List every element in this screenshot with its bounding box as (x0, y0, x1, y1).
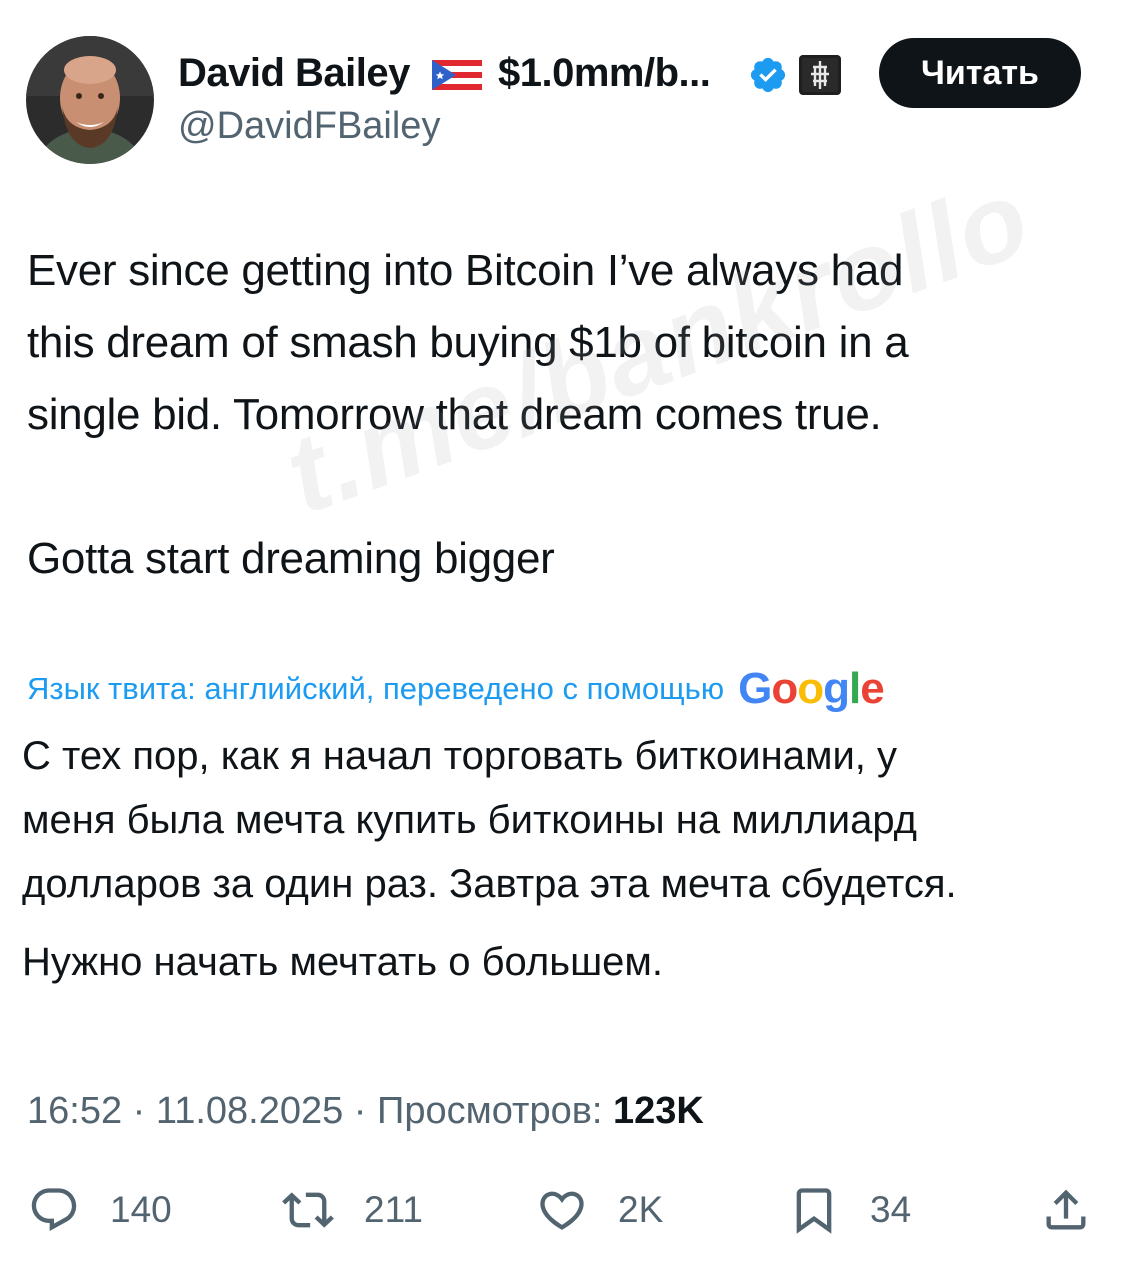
meta-separator: · (122, 1090, 156, 1132)
affiliate-badge-icon[interactable] (798, 54, 842, 96)
puerto-rico-flag-icon (432, 60, 482, 90)
reply-button[interactable]: 140 (28, 1182, 172, 1238)
like-button[interactable]: 2K (536, 1182, 663, 1238)
reply-icon (31, 1188, 77, 1232)
heart-icon (540, 1191, 584, 1230)
views-label: Просмотров: (377, 1090, 603, 1132)
follow-button[interactable]: Читать (879, 38, 1081, 108)
tweet-time[interactable]: 16:52 (27, 1090, 122, 1132)
translated-line: С тех пор, как я начал торговать биткоин… (22, 734, 898, 778)
translated-line: долларов за один раз. Завтра эта мечта с… (22, 862, 957, 906)
translated-line: меня была мечта купить биткоины на милли… (22, 798, 917, 842)
share-button[interactable] (1040, 1182, 1092, 1238)
tweet-line: Gotta start dreaming bigger (27, 534, 555, 583)
tweet-date[interactable]: 11.08.2025 (156, 1090, 343, 1132)
avatar[interactable] (26, 36, 154, 164)
tweet-meta: 16:52 · 11.08.2025 · Просмотров: 123K (27, 1086, 704, 1136)
repost-count: 211 (364, 1189, 423, 1230)
share-icon (1046, 1189, 1086, 1230)
views-count: 123K (613, 1090, 704, 1132)
repost-button[interactable]: 211 (282, 1182, 423, 1238)
like-count: 2K (618, 1189, 664, 1230)
translated-line: Нужно начать мечтать о большем. (22, 940, 664, 984)
translation-notice[interactable]: Язык твита: английский, переведено с пом… (27, 664, 885, 714)
verified-badge-icon[interactable] (748, 55, 788, 95)
bookmark-count: 34 (870, 1189, 912, 1230)
reply-count: 140 (110, 1189, 172, 1230)
author-handle[interactable]: @DavidFBailey (178, 103, 440, 149)
avatar-image (26, 36, 154, 164)
translation-label[interactable]: Язык твита: английский, переведено с пом… (27, 671, 724, 707)
author-display-name[interactable]: David Bailey (178, 48, 410, 98)
bookmark-button[interactable]: 34 (788, 1182, 911, 1238)
meta-separator: · (343, 1090, 378, 1132)
repost-icon (282, 1192, 334, 1228)
google-logo: Google (738, 664, 885, 713)
author-name-suffix[interactable]: $1.0mm/b... (498, 48, 711, 98)
bookmark-icon (796, 1188, 832, 1234)
translated-text: С тех пор, как я начал торговать биткоин… (22, 724, 1112, 994)
